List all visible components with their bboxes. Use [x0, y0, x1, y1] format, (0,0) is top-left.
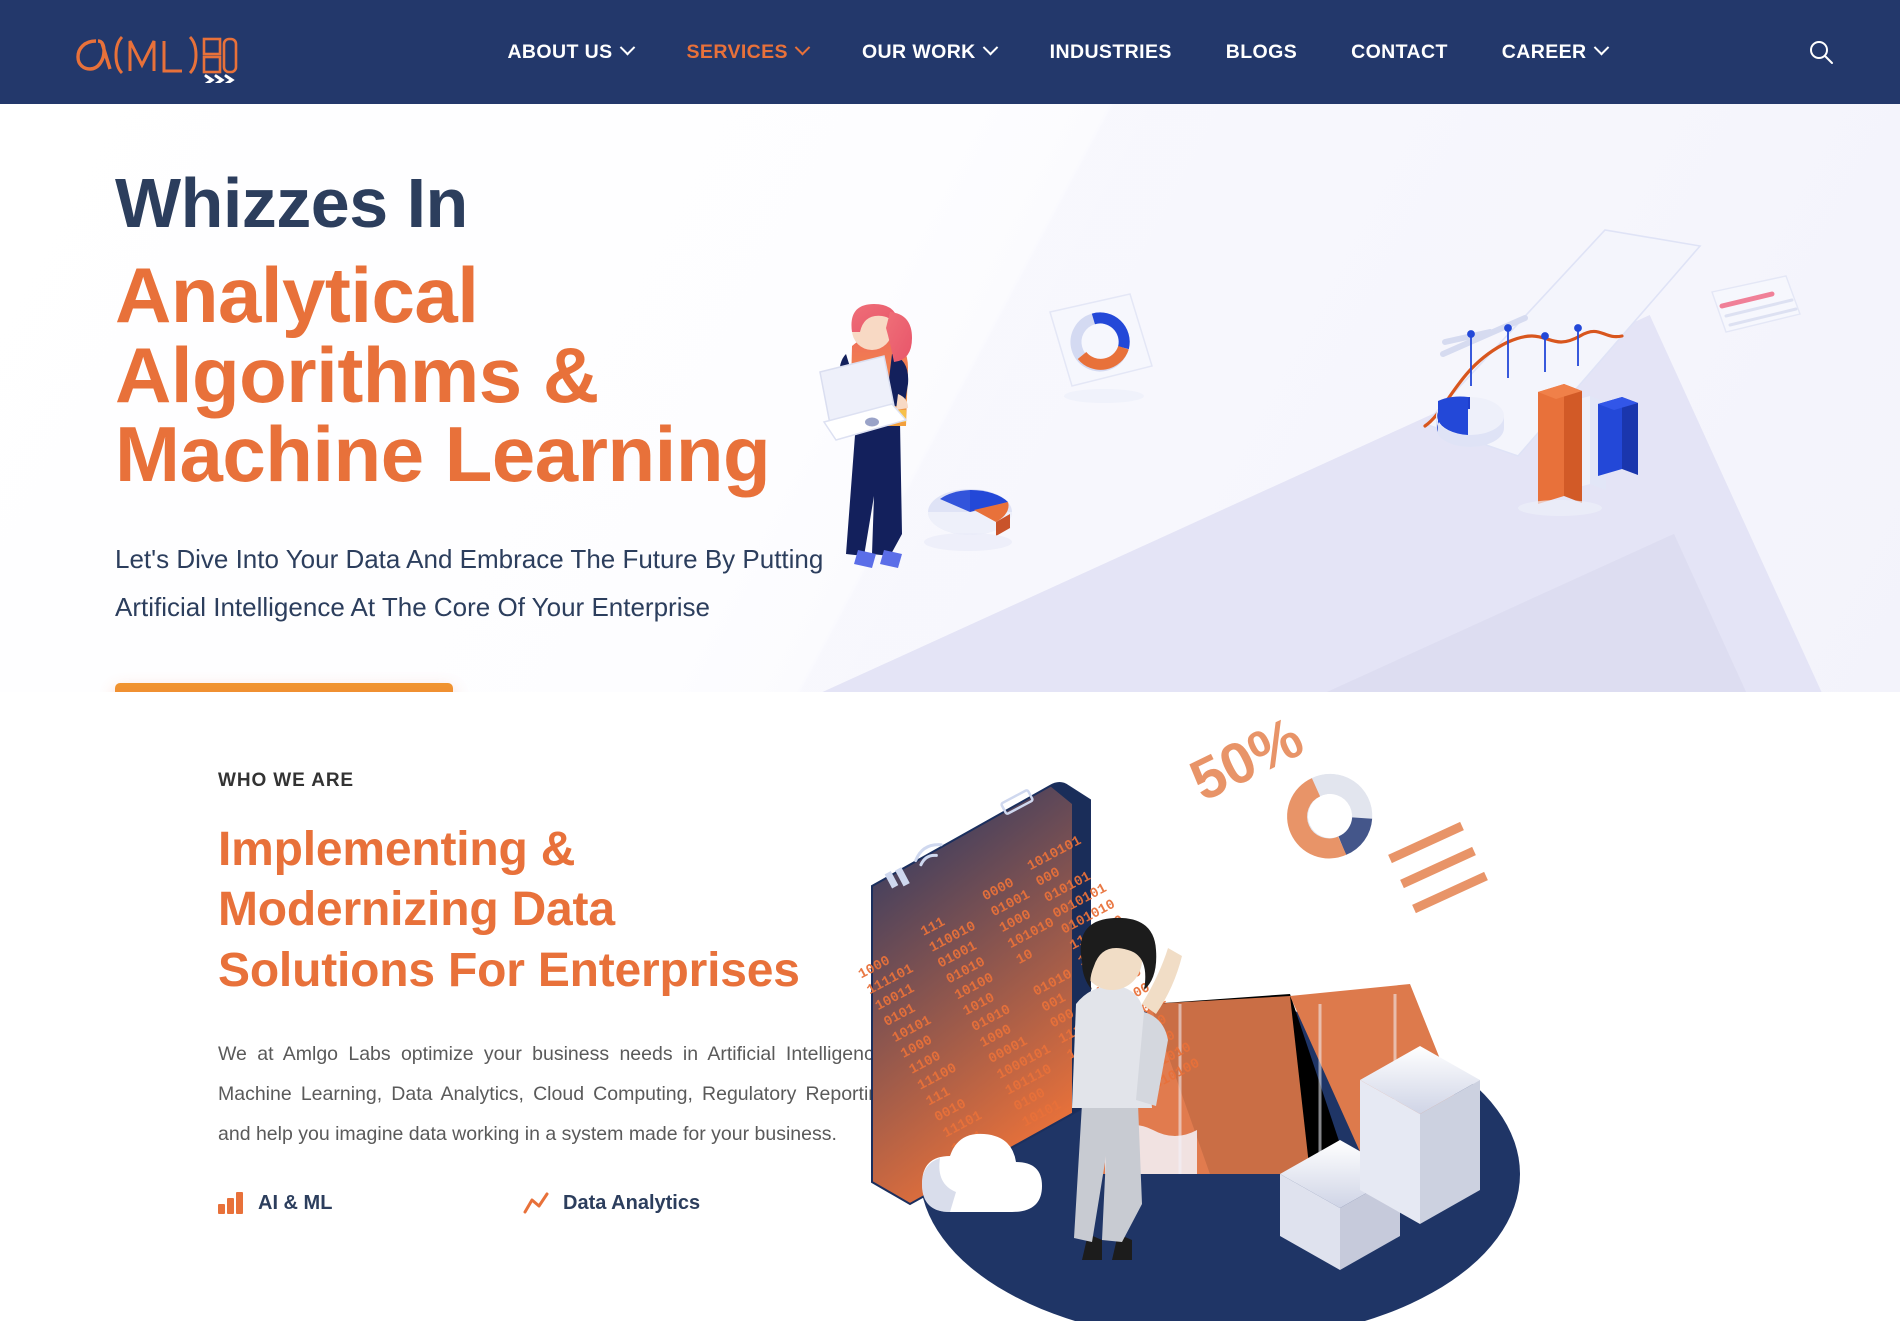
feature-ai-ml[interactable]: AI & ML: [218, 1191, 523, 1215]
chevron-down-icon: [794, 39, 811, 56]
hero-heading-line-machine-learning: Machine Learning: [115, 410, 771, 499]
legend-lines: [1388, 821, 1488, 914]
hero-section: $ Whizzes In Analytical Algorithms & Mac…: [0, 104, 1900, 692]
nav-label: CONTACT: [1351, 40, 1448, 63]
section-kicker: WHO WE ARE: [218, 770, 355, 791]
feature-label: Data Analytics: [563, 1191, 701, 1214]
nav-label: CAREER: [1501, 40, 1587, 63]
who-we-are-title: Implementing & Modernizing Data Solution…: [218, 820, 858, 1001]
nav-item-our-work[interactable]: OUR WORK: [835, 39, 1023, 64]
who-we-are-section: WHO WE ARE Implementing & Modernizing Da…: [0, 692, 1900, 1321]
bar-chart-3d: [1518, 384, 1638, 516]
half-donut-3d: [1436, 396, 1504, 447]
nav-label: ABOUT US: [507, 40, 613, 63]
search-icon: [1810, 41, 1833, 64]
who-we-are-features: AI & ML Data Analytics: [218, 1191, 900, 1215]
hero-content: Whizzes In Analytical Algorithms & Machi…: [0, 104, 1000, 692]
chevron-down-icon: [1593, 39, 1609, 56]
nav-item-blogs[interactable]: BLOGS: [1199, 41, 1324, 64]
know-more-button[interactable]: KNOW MORE: [115, 683, 453, 692]
hero-background-wedge-shadow: [1291, 533, 1849, 692]
nav-label: INDUSTRIES: [1049, 40, 1172, 63]
who-we-are-illustration: 100011110110011 0101101011000 1100111001…: [856, 704, 1520, 1321]
nav-item-about-us[interactable]: ABOUT US: [480, 39, 659, 64]
nav-item-career[interactable]: CAREER: [1475, 39, 1634, 64]
search-button[interactable]: [1798, 29, 1844, 75]
who-title-line-3: Solutions For Enterprises: [218, 943, 800, 997]
who-we-are-content: WHO WE ARE Implementing & Modernizing Da…: [0, 692, 900, 1321]
nav-item-industries[interactable]: INDUSTRIES: [1023, 41, 1199, 64]
document-card: [1711, 275, 1801, 333]
line-chart-board: [1423, 229, 1702, 457]
site-header: ABOUT US SERVICES OUR WORK INDUSTRIES BL…: [0, 0, 1900, 104]
feature-data-analytics[interactable]: Data Analytics: [523, 1191, 828, 1215]
nav-label: OUR WORK: [861, 40, 976, 63]
nav-item-services[interactable]: SERVICES: [660, 39, 835, 64]
hero-subtitle-line-2: Artificial Intelligence At The Core Of Y…: [115, 592, 710, 623]
hero-heading-primary: Whizzes In: [115, 164, 468, 242]
data-analytics-icon: [523, 1192, 549, 1214]
hero-subtitle-line-1: Let's Dive Into Your Data And Embrace Th…: [115, 544, 824, 575]
who-we-are-illustration-wrap: 1000 111101 10011 0101 10101 1000 1100 11100 1…: [856, 692, 1900, 1321]
feature-label: AI & ML: [258, 1191, 333, 1214]
donut-chart: [1287, 773, 1373, 859]
hero-heading-line-analytical: Analytical: [115, 251, 479, 340]
chevron-down-icon: [619, 39, 635, 56]
nav-item-contact[interactable]: CONTACT: [1324, 41, 1475, 64]
who-title-line-1: Implementing &: [218, 823, 576, 876]
amlgo-labs-logo[interactable]: [66, 21, 316, 83]
chevron-down-icon: [982, 39, 998, 56]
main-navigation: ABOUT US SERVICES OUR WORK INDUSTRIES BL…: [316, 39, 1798, 64]
nav-label: BLOGS: [1225, 40, 1298, 63]
hero-subtitle: Let's Dive Into Your Data And Embrace Th…: [115, 535, 915, 631]
who-we-are-body: We at Amlgo Labs optimize your business …: [218, 1043, 890, 1146]
ai-ml-icon: [218, 1192, 243, 1215]
hero-heading-accent: Analytical Algorithms & Machine Learning: [115, 256, 1000, 495]
nav-label: SERVICES: [686, 40, 788, 63]
hero-heading-line-algorithms: Algorithms &: [115, 330, 599, 419]
donut-chart-card: [1049, 293, 1153, 403]
who-title-line-2: Modernizing Data: [218, 883, 615, 937]
